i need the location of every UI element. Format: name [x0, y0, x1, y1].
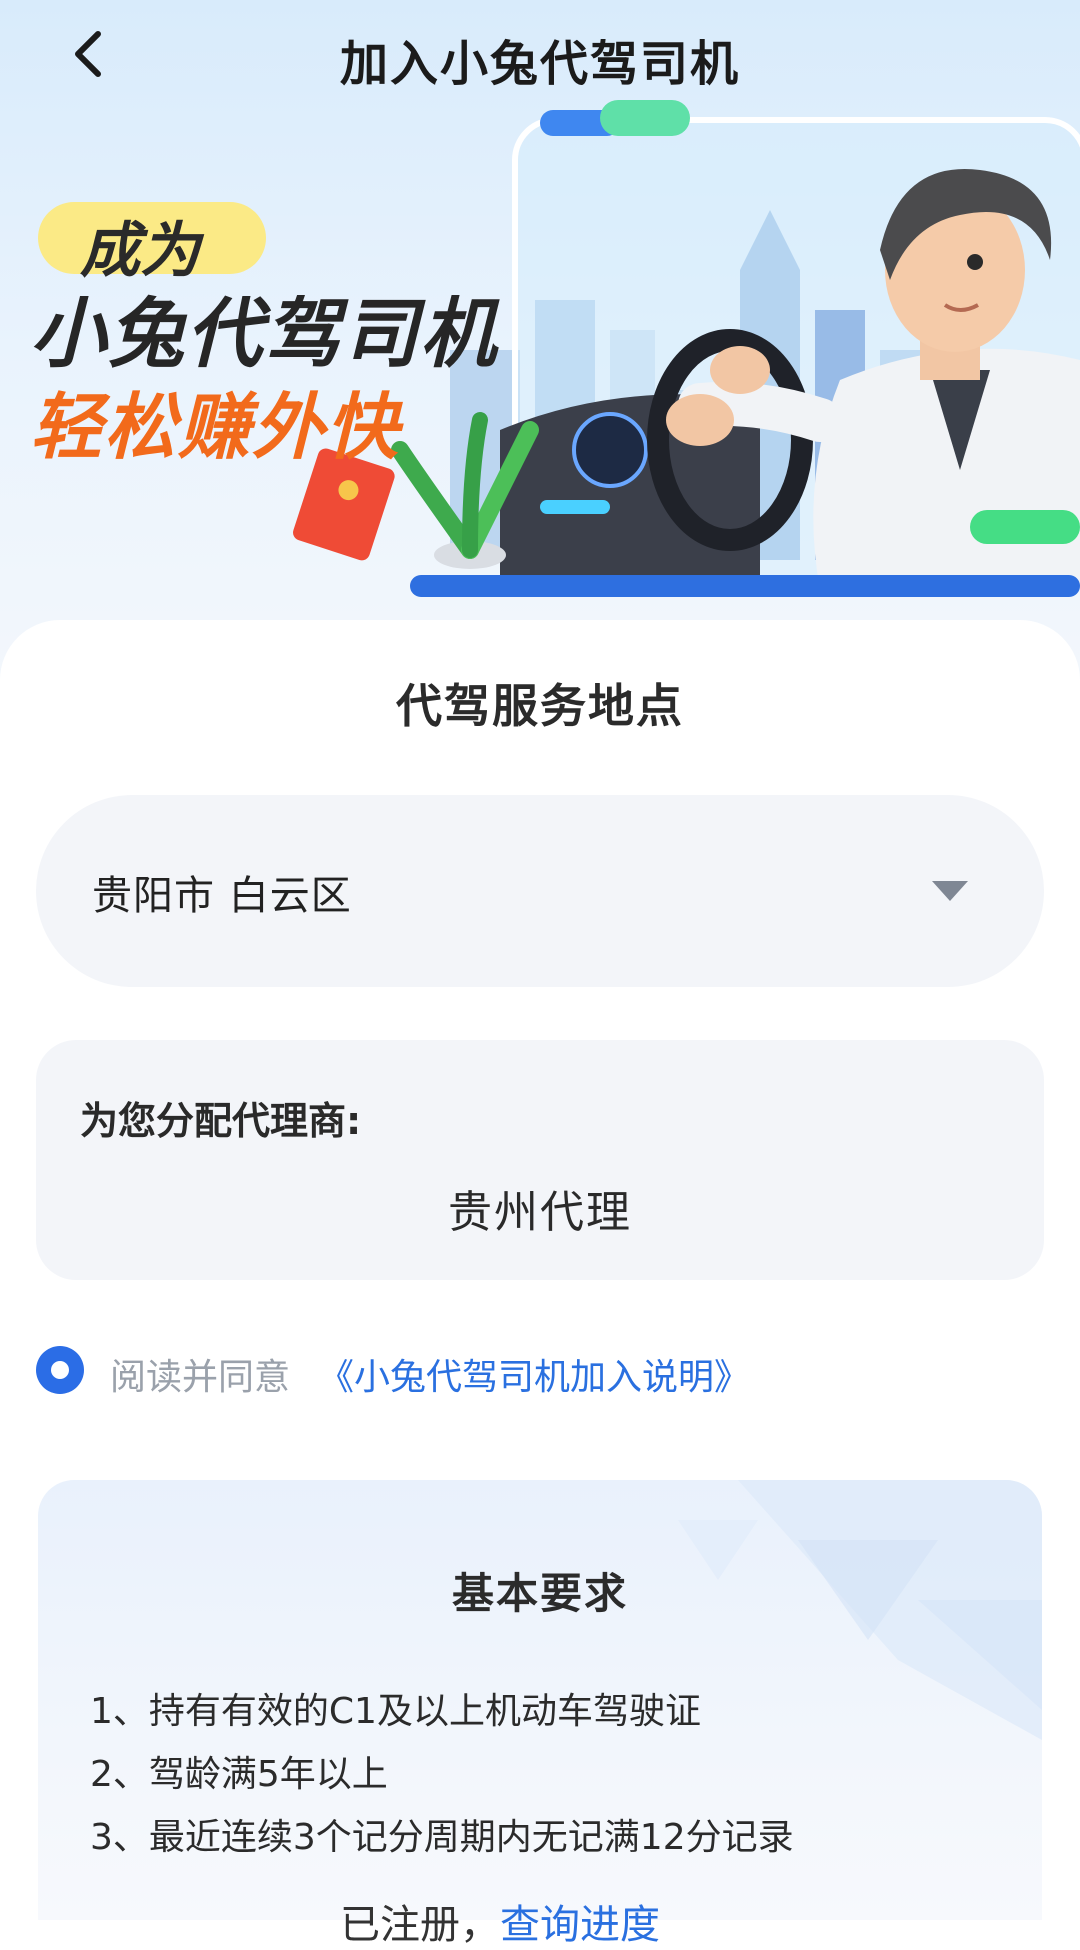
check-progress-link[interactable]: 查询进度	[500, 1902, 660, 1948]
agreement-row: 阅读并同意 《小兔代驾司机加入说明》	[36, 1346, 1036, 1398]
requirements-card: 基本要求 1、持有有效的C1及以上机动车驾驶证 2、驾龄满5年以上 3、最近连续…	[38, 1480, 1042, 1920]
requirement-item: 1、持有有效的C1及以上机动车驾驶证	[90, 1691, 701, 1732]
registered-progress-row: 已注册，查询进度	[340, 1892, 660, 1950]
registered-text: 已注册，	[340, 1902, 500, 1948]
city-value: 贵阳市 白云区	[92, 873, 352, 919]
radio-dot	[51, 1361, 69, 1379]
requirements-list: 1、持有有效的C1及以上机动车驾驶证 2、驾龄满5年以上 3、最近连续3个记分周…	[90, 1680, 794, 1869]
slogan-line-3: 轻松赚外快	[30, 385, 401, 469]
service-location-title: 代驾服务地点	[396, 679, 684, 733]
requirements-title: 基本要求	[451, 1569, 628, 1618]
hero-banner: 加入小兔代驾司机 成为 小兔代驾司机 轻松赚外快	[0, 0, 1080, 690]
caret-down-icon	[932, 881, 968, 901]
requirement-item: 2、驾龄满5年以上	[90, 1754, 388, 1795]
agent-label: 为您分配代理商:	[80, 1099, 362, 1143]
page-title: 加入小兔代驾司机	[339, 36, 740, 92]
agreement-link[interactable]: 《小兔代驾司机加入说明》	[318, 1348, 750, 1400]
agreement-text: 阅读并同意	[110, 1357, 291, 1398]
requirement-item: 3、最近连续3个记分周期内无记满12分记录	[90, 1817, 794, 1858]
agreement-radio[interactable]	[36, 1346, 84, 1394]
city-select[interactable]: 贵阳市 白云区	[36, 795, 1044, 987]
agent-name: 贵州代理	[448, 1187, 632, 1238]
agent-info-box: 为您分配代理商: 贵州代理	[36, 1040, 1044, 1280]
slogan-line-2: 小兔代驾司机	[30, 289, 498, 378]
